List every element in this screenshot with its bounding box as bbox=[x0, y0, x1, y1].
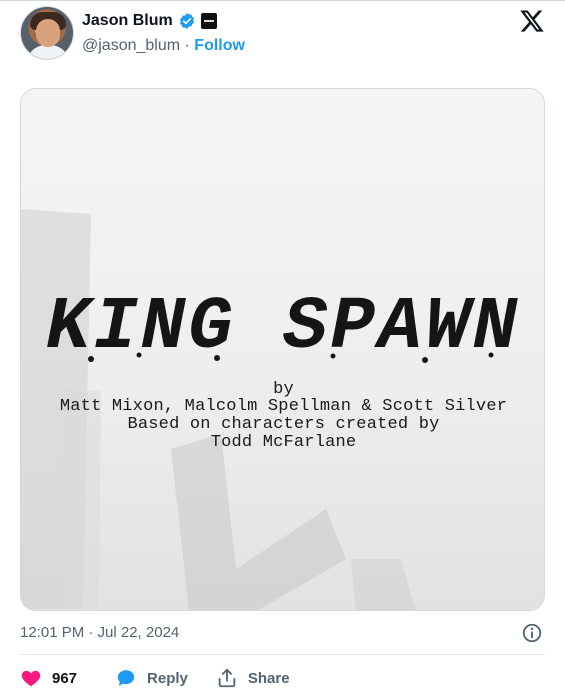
heart-icon bbox=[21, 670, 41, 687]
handle-separator: · bbox=[180, 37, 195, 54]
x-logo-icon[interactable] bbox=[519, 8, 545, 34]
author-name-row: Jason Blum bbox=[82, 10, 217, 32]
like-button[interactable]: 967 bbox=[20, 667, 77, 689]
tweet-actions: 967 Reply Share bbox=[20, 664, 314, 692]
reply-button[interactable]: Reply bbox=[115, 667, 188, 689]
info-icon[interactable] bbox=[521, 622, 543, 644]
top-border bbox=[0, 0, 565, 1]
share-label: Share bbox=[247, 669, 290, 687]
movie-title: KING SPAWN bbox=[46, 286, 520, 370]
verified-badge-icon bbox=[179, 13, 194, 29]
author-handle[interactable]: @jason_blum bbox=[82, 37, 180, 54]
actions-divider bbox=[20, 654, 545, 655]
speech-bubble-icon bbox=[117, 670, 135, 686]
credit-line-creator: Todd McFarlane bbox=[210, 433, 357, 452]
author-name[interactable]: Jason Blum bbox=[82, 11, 173, 31]
handle-row: @jason_blum · Follow bbox=[82, 36, 245, 56]
tweet-timestamp[interactable]: 12:01 PM · Jul 22, 2024 bbox=[20, 624, 179, 641]
like-count: 967 bbox=[52, 669, 78, 687]
title-art: KING SPAWN bbox=[46, 286, 520, 370]
share-button[interactable]: Share bbox=[216, 667, 290, 689]
blumhouse-affiliate-icon[interactable] bbox=[200, 13, 217, 29]
follow-button[interactable]: Follow bbox=[194, 37, 245, 54]
share-upload-icon bbox=[218, 668, 236, 688]
avatar[interactable] bbox=[20, 6, 74, 60]
tweet-image[interactable]: KING SPAWN by Matt Mixon, Malcolm Spellm… bbox=[20, 88, 545, 611]
credit-line-writers: Matt Mixon, Malcolm Spellman & Scott Sil… bbox=[59, 397, 508, 416]
tweet-header: Jason Blum @jason_blum · Follow bbox=[20, 6, 550, 62]
credit-line-based-on: Based on characters created by bbox=[127, 415, 440, 434]
reply-label: Reply bbox=[147, 669, 188, 687]
